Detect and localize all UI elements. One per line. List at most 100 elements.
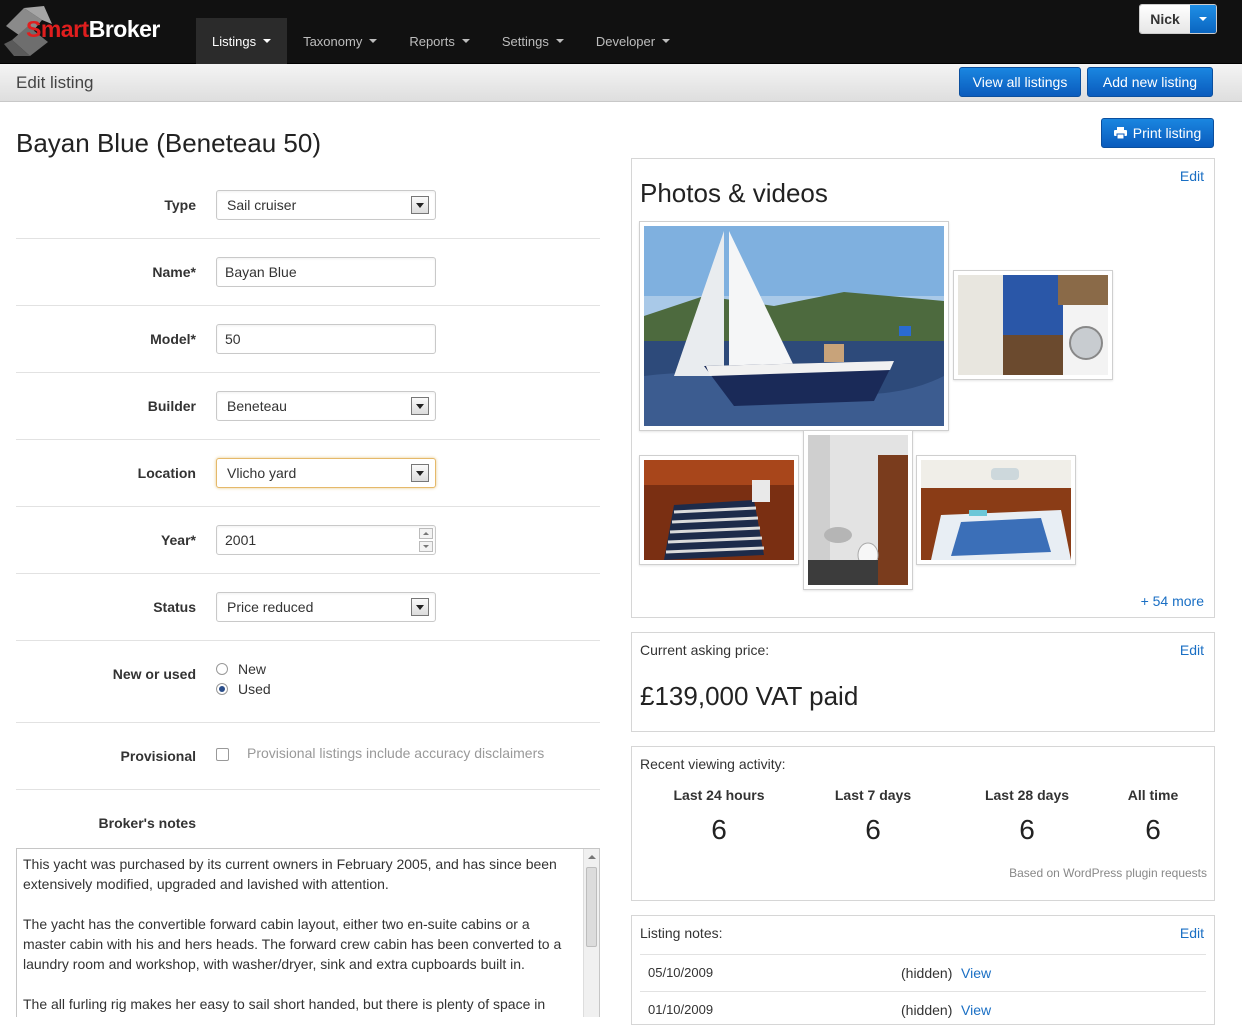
name-label: Name*: [152, 264, 196, 280]
price-edit-link[interactable]: Edit: [1180, 642, 1204, 658]
chevron-down-icon: [662, 39, 671, 43]
print-listing-button[interactable]: Print listing: [1101, 118, 1214, 148]
yacht-sailing-image: [644, 226, 944, 426]
status-select[interactable]: Price reduced: [216, 592, 436, 622]
status-label: Status: [153, 599, 196, 615]
note-date: 05/10/2009: [648, 965, 714, 980]
note-date: 01/10/2009: [648, 1002, 714, 1017]
note-row: 05/10/2009 (hidden) View: [640, 954, 1206, 991]
form-row-type: Type Sail cruiser: [16, 172, 600, 239]
saloon-image: [644, 460, 794, 560]
builder-select[interactable]: Beneteau: [216, 391, 436, 421]
chevron-down-icon: [555, 39, 564, 43]
asking-price: £139,000 VAT paid: [640, 681, 859, 711]
photos-panel: Edit Photos & videos + 54 more: [631, 158, 1215, 618]
scroll-up-icon[interactable]: [588, 855, 596, 859]
logo-text: SmartBroker: [26, 16, 160, 42]
listing-notes-label: Listing notes:: [640, 925, 723, 941]
nav-taxonomy[interactable]: Taxonomy: [287, 18, 393, 64]
notes-scrollbar[interactable]: [583, 849, 599, 1017]
dropdown-arrow-icon: [411, 397, 429, 415]
listing-notes-panel: Listing notes: Edit 05/10/2009 (hidden) …: [631, 915, 1215, 1025]
listing-title: Bayan Blue (Beneteau 50): [16, 128, 321, 158]
radio-used[interactable]: Used: [216, 681, 271, 697]
note-row: 01/10/2009 (hidden) View: [640, 991, 1206, 1028]
bathroom-image: [808, 435, 908, 585]
form-row-builder: Builder Beneteau: [16, 373, 600, 440]
radio-button[interactable]: [216, 663, 228, 675]
stat-last-24-hours: Last 24 hours 6: [673, 787, 765, 845]
listing-notes-edit-link[interactable]: Edit: [1180, 925, 1204, 941]
nav-reports[interactable]: Reports: [393, 18, 486, 64]
photos-edit-link[interactable]: Edit: [1180, 168, 1204, 184]
price-label: Current asking price:: [640, 642, 770, 658]
laundry-room-image: [958, 275, 1108, 375]
dropdown-arrow-icon: [411, 196, 429, 214]
form-row-model: Model* 50: [16, 306, 600, 373]
provisional-checkbox[interactable]: [216, 748, 229, 761]
user-menu[interactable]: Nick: [1139, 4, 1217, 34]
decrement-icon[interactable]: [419, 541, 433, 552]
user-dropdown-toggle[interactable]: [1190, 5, 1216, 33]
view-all-listings-button[interactable]: View all listings: [959, 67, 1081, 97]
add-new-listing-button[interactable]: Add new listing: [1087, 67, 1213, 97]
condition-label: New or used: [112, 666, 196, 682]
note-status: (hidden): [901, 1002, 953, 1018]
chevron-down-icon: [369, 39, 378, 43]
model-input[interactable]: 50: [216, 324, 436, 354]
stat-all-time: All time 6: [1127, 787, 1179, 845]
activity-footnote: Based on WordPress plugin requests: [1009, 866, 1207, 880]
note-view-link[interactable]: View: [961, 1002, 991, 1018]
form-row-name: Name* Bayan Blue: [16, 239, 600, 306]
page-title: Edit listing: [16, 73, 94, 92]
location-select[interactable]: Vlicho yard: [216, 458, 436, 488]
main-nav: Listings Taxonomy Reports Settings Devel…: [196, 18, 686, 64]
brokers-notes-textarea[interactable]: This yacht was purchased by its current …: [16, 848, 600, 1017]
more-photos-link[interactable]: + 54 more: [1141, 593, 1204, 609]
price-panel: Current asking price: Edit £139,000 VAT …: [631, 632, 1215, 732]
note-status: (hidden): [901, 965, 953, 981]
printer-icon: [1113, 127, 1127, 139]
nav-developer[interactable]: Developer: [580, 18, 686, 64]
photos-title: Photos & videos: [640, 178, 828, 208]
form-row-year: Year* 2001: [16, 507, 600, 574]
cabin-image: [921, 460, 1071, 560]
chevron-down-icon: [263, 39, 272, 43]
location-label: Location: [137, 465, 196, 481]
dropdown-arrow-icon: [411, 598, 429, 616]
provisional-help: Provisional listings include accuracy di…: [247, 745, 545, 761]
activity-panel: Recent viewing activity: Last 24 hours 6 …: [631, 746, 1215, 901]
increment-icon[interactable]: [419, 528, 433, 539]
builder-label: Builder: [147, 398, 196, 414]
photo-laundry-room[interactable]: [953, 270, 1113, 380]
year-input[interactable]: 2001: [216, 525, 436, 555]
brokers-notes-label: Broker's notes: [98, 815, 196, 831]
model-label: Model*: [150, 331, 196, 347]
stat-last-7-days: Last 7 days 6: [834, 787, 912, 845]
radio-new[interactable]: New: [216, 661, 266, 677]
photo-yacht-sailing[interactable]: [639, 221, 949, 431]
user-name-button[interactable]: Nick: [1140, 5, 1190, 33]
year-spinner[interactable]: [419, 528, 433, 552]
scroll-thumb[interactable]: [586, 867, 597, 947]
photo-bathroom[interactable]: [803, 430, 913, 590]
provisional-label: Provisional: [120, 748, 196, 764]
year-label: Year*: [160, 532, 196, 548]
form-row-status: Status Price reduced: [16, 574, 600, 641]
photo-cabin[interactable]: [916, 455, 1076, 565]
page-header: Edit listing View all listings Add new l…: [0, 64, 1242, 102]
type-select[interactable]: Sail cruiser: [216, 190, 436, 220]
note-view-link[interactable]: View: [961, 965, 991, 981]
notes-text: This yacht was purchased by its current …: [23, 856, 562, 1012]
top-navbar: SmartBroker Listings Taxonomy Reports Se…: [0, 0, 1242, 64]
nav-settings[interactable]: Settings: [486, 18, 580, 64]
radio-button[interactable]: [216, 683, 228, 695]
smartbroker-logo[interactable]: SmartBroker: [0, 0, 190, 64]
form-row-condition: New or used New Used: [16, 641, 600, 723]
chevron-down-icon: [1199, 17, 1207, 21]
form-row-provisional: Provisional Provisional listings include…: [16, 723, 600, 790]
photo-saloon[interactable]: [639, 455, 799, 565]
nav-listings[interactable]: Listings: [196, 18, 288, 64]
chevron-down-icon: [461, 39, 470, 43]
name-input[interactable]: Bayan Blue: [216, 257, 436, 287]
